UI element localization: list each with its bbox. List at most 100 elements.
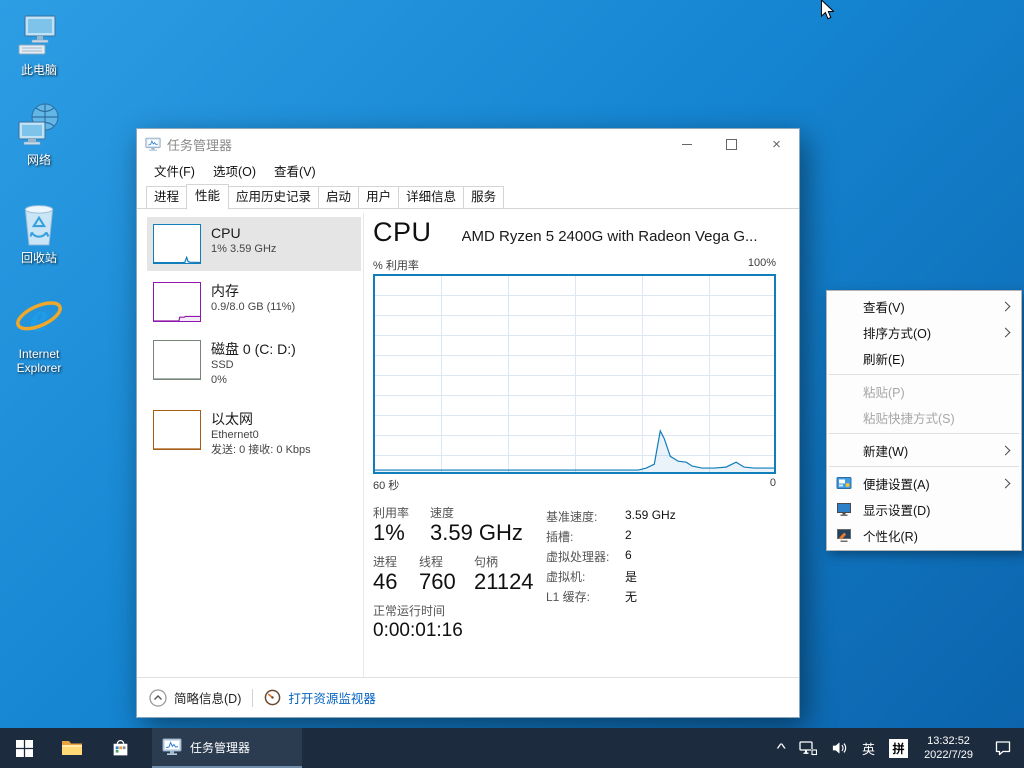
sidebar-item-subtitle: SSD	[211, 358, 296, 373]
open-resource-monitor-link[interactable]: 打开资源监视器	[288, 688, 376, 707]
context-menu-item-convenience-settings[interactable]: 便捷设置(A)	[827, 470, 1021, 496]
menu-file[interactable]: 文件(F)	[145, 159, 204, 182]
desktop-icon-network[interactable]: 网络	[2, 98, 76, 167]
menu-bar: 文件(F) 选项(O) 查看(V)	[137, 159, 799, 182]
detail-value-virtual-processors: 6	[625, 548, 676, 568]
task-manager-window: 任务管理器 × 文件(F) 选项(O) 查看(V) 进程 性能 应用历史记录 启…	[136, 128, 800, 718]
date-text: 2022/7/29	[924, 748, 973, 762]
clock[interactable]: 13:32:52 2022/7/29	[915, 728, 982, 768]
tab-app-history[interactable]: 应用历史记录	[228, 186, 319, 209]
stat-value-processes: 46	[373, 569, 419, 595]
memory-mini-chart	[153, 282, 201, 322]
context-menu-separator	[829, 466, 1019, 467]
desktop-icon-recycle-bin[interactable]: 回收站	[2, 196, 76, 265]
svg-text:e: e	[30, 294, 48, 340]
context-menu-item-personalize[interactable]: 个性化(R)	[827, 522, 1021, 548]
minimize-button[interactable]	[664, 130, 709, 159]
stat-value-uptime: 0:00:01:16	[373, 618, 463, 644]
sidebar-item-memory[interactable]: 内存 0.9/8.0 GB (11%)	[147, 275, 361, 329]
detail-label: 插槽:	[546, 528, 625, 548]
desktop-icon-this-pc[interactable]: 此电脑	[2, 8, 76, 77]
plot-y-max-label: 100%	[748, 257, 776, 273]
context-menu-item-new[interactable]: 新建(W)	[827, 437, 1021, 463]
menu-options[interactable]: 选项(O)	[204, 159, 265, 182]
sidebar-item-ethernet[interactable]: 以太网 Ethernet0 发送: 0 接收: 0 Kbps	[147, 403, 361, 469]
action-center-icon	[994, 740, 1012, 756]
cpu-performance-panel: CPU AMD Ryzen 5 2400G with Radeon Vega G…	[373, 217, 791, 653]
mouse-cursor	[820, 0, 834, 20]
title-bar[interactable]: 任务管理器 ×	[137, 129, 799, 159]
recycle-bin-icon	[2, 196, 76, 248]
cpu-stats: 利用率 1% 速度 3.59 GHz 进程 46 线程 760 句柄	[373, 506, 791, 644]
hardware-type-heading: CPU	[373, 217, 432, 248]
show-hidden-icons-button[interactable]: ^	[767, 728, 796, 768]
internet-explorer-icon: e	[2, 292, 76, 344]
tab-startup[interactable]: 启动	[318, 186, 359, 209]
stat-value-threads: 760	[419, 569, 474, 595]
menu-view[interactable]: 查看(V)	[265, 159, 325, 182]
file-explorer-button[interactable]	[48, 728, 96, 768]
taskbar: 任务管理器 ^ 英 拼 13:32:52 2022/7/29	[0, 728, 1024, 768]
detail-label: 虚拟机:	[546, 568, 625, 588]
desktop-icon-label: Internet Explorer	[2, 347, 76, 375]
tab-performance[interactable]: 性能	[186, 184, 229, 210]
sidebar-item-subtitle: 0.9/8.0 GB (11%)	[211, 300, 295, 315]
context-menu-item-paste: 粘贴(P)	[827, 378, 1021, 404]
detail-label: 基准速度:	[546, 508, 625, 528]
sidebar-item-cpu[interactable]: CPU 1% 3.59 GHz	[147, 217, 361, 271]
submenu-arrow-icon	[1001, 301, 1011, 311]
sidebar-item-title: 磁盘 0 (C: D:)	[211, 340, 296, 358]
speaker-icon	[831, 741, 848, 755]
desktop-icon-label: 网络	[2, 153, 76, 167]
desktop-icon-internet-explorer[interactable]: e Internet Explorer	[2, 292, 76, 375]
network-tray-button[interactable]	[792, 728, 824, 768]
network-tray-icon	[799, 741, 817, 756]
microsoft-store-icon	[111, 739, 130, 758]
stat-value-handles: 21124	[474, 569, 534, 595]
collapse-chevron-icon[interactable]	[149, 689, 167, 707]
close-button[interactable]: ×	[754, 130, 799, 159]
context-menu-item-display-settings[interactable]: 显示设置(D)	[827, 496, 1021, 522]
display-settings-icon	[836, 501, 852, 517]
this-pc-icon	[2, 8, 76, 60]
tab-details[interactable]: 详细信息	[398, 186, 464, 209]
cpu-utilization-graph[interactable]	[373, 274, 776, 474]
context-menu-item-paste-shortcut: 粘贴快捷方式(S)	[827, 404, 1021, 430]
stat-value-utilization: 1%	[373, 520, 430, 546]
close-icon: ×	[772, 136, 781, 153]
detail-value-sockets: 2	[625, 528, 676, 548]
detail-value-virtual-machine: 是	[625, 568, 676, 588]
fewer-details-button[interactable]: 简略信息(D)	[174, 688, 241, 707]
language-indicator[interactable]: 英	[855, 728, 882, 768]
sidebar-item-disk[interactable]: 磁盘 0 (C: D:) SSD 0%	[147, 333, 361, 399]
task-manager-app-icon	[145, 137, 161, 152]
ime-mode-indicator[interactable]: 拼	[882, 728, 915, 768]
maximize-button[interactable]	[709, 130, 754, 159]
cpu-details: 基准速度: 3.59 GHz 插槽: 2 虚拟处理器: 6 虚拟机: 是 L1 …	[546, 508, 676, 608]
context-menu-item-view[interactable]: 查看(V)	[827, 293, 1021, 319]
microsoft-store-button[interactable]	[96, 728, 144, 768]
minimize-icon	[682, 144, 692, 145]
stat-label: 利用率	[373, 506, 430, 520]
chevron-up-icon: ^	[777, 740, 786, 756]
stat-label: 线程	[419, 555, 474, 569]
sidebar-item-title: CPU	[211, 224, 276, 242]
desktop-context-menu: 查看(V) 排序方式(O) 刷新(E) 粘贴(P) 粘贴快捷方式(S) 新建(W…	[826, 290, 1022, 551]
sidebar-separator	[363, 213, 364, 677]
tab-users[interactable]: 用户	[358, 186, 399, 209]
action-center-button[interactable]	[982, 728, 1024, 768]
context-menu-item-refresh[interactable]: 刷新(E)	[827, 345, 1021, 371]
taskbar-app-task-manager[interactable]: 任务管理器	[152, 728, 302, 768]
context-menu-item-sort-by[interactable]: 排序方式(O)	[827, 319, 1021, 345]
stat-label: 正常运行时间	[373, 604, 463, 618]
start-button[interactable]	[0, 728, 48, 768]
volume-tray-button[interactable]	[824, 728, 855, 768]
ime-mode-badge: 拼	[889, 739, 908, 758]
network-icon	[2, 98, 76, 150]
tab-services[interactable]: 服务	[463, 186, 504, 209]
window-title: 任务管理器	[167, 135, 664, 154]
plot-x-right-label: 0	[770, 477, 776, 493]
tab-processes[interactable]: 进程	[146, 186, 187, 209]
submenu-arrow-icon	[1001, 327, 1011, 337]
task-manager-taskbar-icon	[162, 738, 182, 756]
